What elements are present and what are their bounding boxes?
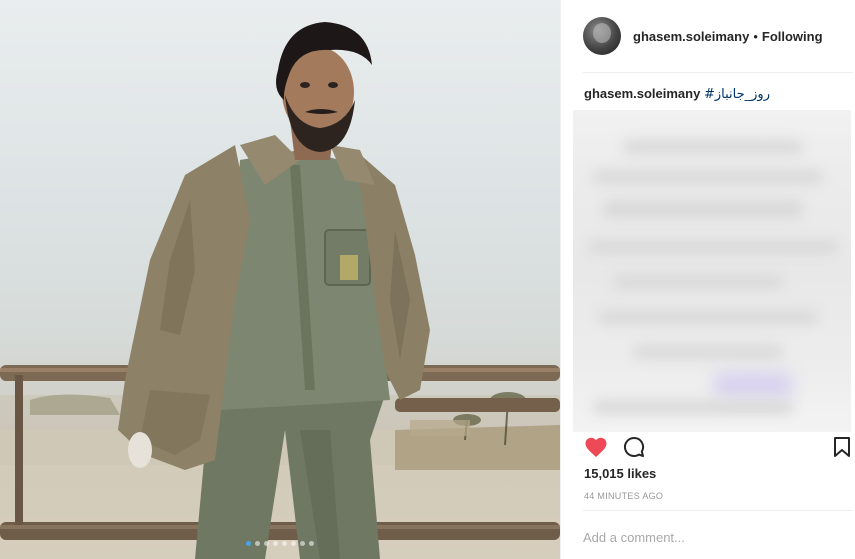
post-header: ghasem.soleimany • Following — [583, 16, 823, 56]
carousel-indicator — [0, 538, 560, 548]
comment-input[interactable] — [583, 526, 843, 548]
carousel-dot[interactable] — [300, 540, 305, 546]
bookmark-icon[interactable] — [829, 434, 855, 460]
following-button[interactable]: Following — [762, 29, 823, 44]
carousel-dot-active[interactable] — [246, 540, 251, 546]
post-photo[interactable] — [0, 0, 560, 559]
carousel-dot[interactable] — [273, 540, 278, 546]
carousel-dot[interactable] — [309, 540, 314, 546]
carousel-dot[interactable] — [255, 540, 260, 546]
header-separator: • — [753, 28, 758, 44]
comment-bubble-icon[interactable] — [621, 434, 647, 460]
post-actions — [583, 434, 853, 460]
post-sidebar: ghasem.soleimany • Following ghasem.sole… — [560, 0, 855, 559]
caption-username[interactable]: ghasem.soleimany — [584, 86, 700, 101]
header-username[interactable]: ghasem.soleimany — [633, 29, 749, 44]
caption-hashtag[interactable]: #روز_جانباز — [704, 87, 770, 102]
carousel-dot[interactable] — [282, 540, 287, 546]
carousel-dot[interactable] — [264, 540, 269, 546]
post-timestamp[interactable]: 44 MINUTES AGO — [584, 491, 663, 501]
blurred-comments-area — [573, 110, 851, 432]
heart-filled-icon[interactable] — [583, 434, 609, 460]
instagram-post-view: ghasem.soleimany • Following ghasem.sole… — [0, 0, 855, 559]
photo-illustration — [0, 22, 560, 559]
post-caption: ghasem.soleimany #روز_جانباز — [584, 86, 770, 102]
avatar[interactable] — [583, 17, 621, 55]
comment-divider — [583, 510, 853, 511]
header-divider — [583, 72, 853, 73]
likes-count[interactable]: 15,015 likes — [584, 466, 656, 481]
carousel-dot[interactable] — [291, 540, 296, 546]
